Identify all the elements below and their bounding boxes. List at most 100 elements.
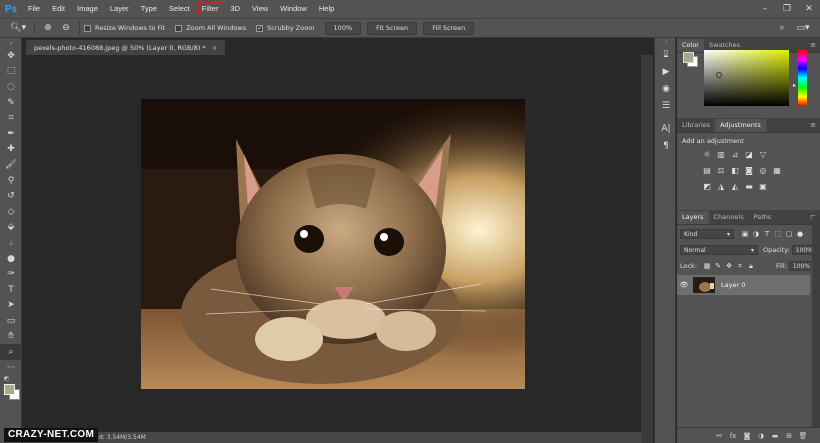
- default-colors-icon[interactable]: ◩: [0, 375, 22, 383]
- black-white-icon[interactable]: ◧: [729, 165, 741, 175]
- layer-thumbnail[interactable]: [693, 277, 715, 293]
- zoom-tool-preset-icon[interactable]: 🔍︎▾: [6, 20, 30, 36]
- blend-mode-select[interactable]: Normal ▾: [680, 245, 758, 255]
- brush-settings-icon[interactable]: ◉: [655, 80, 677, 97]
- marquee-tool-icon[interactable]: ⬚: [0, 64, 22, 80]
- layer-row[interactable]: 👁︎ Layer 0: [677, 275, 810, 295]
- hue-saturation-icon[interactable]: ▤: [701, 165, 713, 175]
- threshold-icon[interactable]: ◭: [729, 181, 741, 191]
- close-tab-icon[interactable]: ×: [212, 44, 217, 52]
- gradient-map-icon[interactable]: ▣: [757, 181, 769, 191]
- checkmark-icon[interactable]: ✓: [256, 24, 264, 32]
- foreground-color-swatch[interactable]: [683, 52, 694, 63]
- menu-3d[interactable]: 3D: [224, 0, 246, 18]
- tab-paths[interactable]: Paths: [749, 211, 777, 224]
- photo-filter-icon[interactable]: ◙: [743, 165, 755, 175]
- paint-bucket-tool-icon[interactable]: ⬙: [0, 220, 22, 236]
- filter-toggle-icon[interactable]: ●: [795, 229, 805, 239]
- filter-smart-object-icon[interactable]: ▢: [784, 229, 794, 239]
- color-picker-ring[interactable]: [716, 72, 722, 78]
- color-balance-icon[interactable]: ⚖: [715, 165, 727, 175]
- selective-color-icon[interactable]: ▬: [743, 181, 755, 191]
- cat-photo[interactable]: [141, 99, 525, 389]
- zoom-percent-button[interactable]: 100%: [324, 21, 362, 35]
- dodge-tool-icon[interactable]: ●: [0, 251, 22, 267]
- tab-layers[interactable]: Layers: [677, 211, 709, 224]
- fill-screen-button[interactable]: Fill Screen: [423, 21, 475, 35]
- panel-menu-icon[interactable]: ≡: [810, 121, 816, 129]
- delete-layer-icon[interactable]: 🗑︎: [796, 432, 810, 440]
- levels-icon[interactable]: ▥: [715, 149, 727, 159]
- menu-type[interactable]: Type: [135, 0, 163, 18]
- tab-adjustments[interactable]: Adjustments: [715, 119, 766, 132]
- type-tool-icon[interactable]: T: [0, 282, 22, 298]
- link-layers-icon[interactable]: ⚯: [712, 432, 726, 440]
- menu-filter[interactable]: Filter: [196, 0, 225, 18]
- eye-icon[interactable]: 👁︎: [677, 281, 691, 289]
- menu-image[interactable]: Image: [71, 0, 104, 18]
- paragraph-icon[interactable]: ¶: [655, 137, 677, 154]
- filter-type-icon[interactable]: T: [762, 229, 772, 239]
- tab-color[interactable]: Color: [677, 39, 704, 52]
- brightness-contrast-icon[interactable]: ☼: [701, 149, 713, 159]
- layers-scrollbar[interactable]: [812, 216, 820, 427]
- color-picker-field[interactable]: [704, 50, 789, 106]
- invert-icon[interactable]: ◩: [701, 181, 713, 191]
- menu-window[interactable]: Window: [274, 0, 313, 18]
- panel-menu-icon[interactable]: ≡: [810, 41, 816, 49]
- pen-tool-icon[interactable]: ✑: [0, 266, 22, 282]
- checkbox-box[interactable]: [175, 24, 183, 32]
- vertical-scrollbar[interactable]: [641, 55, 653, 443]
- restore-icon[interactable]: ❐: [776, 0, 798, 18]
- color-swatches[interactable]: [0, 383, 22, 405]
- menu-file[interactable]: File: [22, 0, 46, 18]
- tab-channels[interactable]: Channels: [709, 211, 749, 224]
- adjustment-layer-icon[interactable]: ◑: [754, 432, 768, 440]
- hue-slider[interactable]: [798, 50, 807, 106]
- brush-tool-icon[interactable]: 🖌︎: [0, 157, 22, 173]
- history-icon[interactable]: ⌛︎: [655, 46, 677, 63]
- posterize-icon[interactable]: ◮: [715, 181, 727, 191]
- resize-windows-checkbox[interactable]: Resize Windows to Fit: [84, 24, 165, 32]
- properties-icon[interactable]: ☰: [655, 97, 677, 114]
- exposure-icon[interactable]: ◪: [743, 149, 755, 159]
- collapse-icon[interactable]: »: [0, 38, 22, 48]
- move-tool-icon[interactable]: ✥: [0, 48, 22, 64]
- quick-select-tool-icon[interactable]: ✎: [0, 95, 22, 111]
- channel-mixer-icon[interactable]: ◎: [757, 165, 769, 175]
- new-layer-icon[interactable]: ⊞: [782, 432, 796, 440]
- scrubby-zoom-checkbox[interactable]: ✓ Scrubby Zoom: [256, 24, 315, 32]
- crop-tool-icon[interactable]: ⌗: [0, 110, 22, 126]
- lock-transparent-icon[interactable]: ▦: [702, 261, 712, 271]
- expand-icon[interactable]: «: [655, 38, 677, 46]
- hue-slider-arrow-icon[interactable]: ▸: [793, 82, 796, 89]
- fill-field[interactable]: 100%: [788, 261, 811, 271]
- menu-help[interactable]: Help: [313, 0, 340, 18]
- tab-libraries[interactable]: Libraries: [677, 119, 715, 132]
- vibrance-icon[interactable]: ▽: [757, 149, 769, 159]
- menu-edit[interactable]: Edit: [46, 0, 71, 18]
- fit-screen-button[interactable]: Fit Screen: [367, 21, 418, 35]
- healing-tool-icon[interactable]: ✚: [0, 142, 22, 158]
- curves-icon[interactable]: ⊿: [729, 149, 741, 159]
- minimize-icon[interactable]: –: [754, 0, 776, 18]
- menu-view[interactable]: View: [246, 0, 274, 18]
- new-group-icon[interactable]: ▬: [768, 432, 782, 440]
- layer-name[interactable]: Layer 0: [721, 281, 745, 289]
- history-brush-tool-icon[interactable]: ↺: [0, 188, 22, 204]
- layer-mask-icon[interactable]: ◙: [740, 432, 754, 440]
- rectangle-tool-icon[interactable]: ▭: [0, 313, 22, 329]
- layer-filter-select[interactable]: Kind ▾: [680, 229, 734, 239]
- checkbox-box[interactable]: [84, 24, 91, 32]
- opacity-field[interactable]: 100%: [791, 245, 814, 255]
- canvas-area[interactable]: [23, 55, 641, 434]
- filter-pixel-icon[interactable]: ▣: [740, 229, 750, 239]
- close-icon[interactable]: ✕: [798, 0, 820, 18]
- color-lookup-icon[interactable]: ▦: [771, 165, 783, 175]
- path-select-tool-icon[interactable]: ➤: [0, 298, 22, 314]
- actions-play-icon[interactable]: ▶: [655, 63, 677, 80]
- document-tab[interactable]: pexels-photo-416088.jpeg @ 50% (Layer 0,…: [26, 40, 226, 55]
- lock-artboard-icon[interactable]: ⌗: [735, 261, 745, 271]
- filter-shape-icon[interactable]: ⬚: [773, 229, 783, 239]
- menu-select[interactable]: Select: [163, 0, 196, 18]
